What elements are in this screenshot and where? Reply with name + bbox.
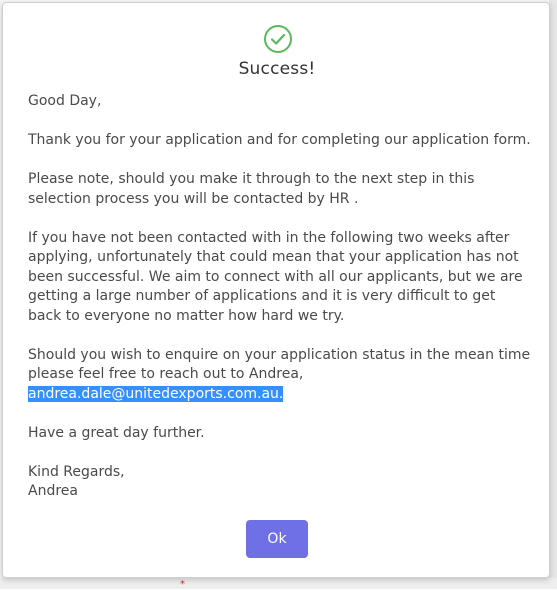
closing-text: Have a great day further. <box>28 424 205 441</box>
backdrop-scroll-edge <box>549 0 557 589</box>
enquire-paragraph: Should you wish to enquire on your appli… <box>28 346 533 405</box>
sign-off: Kind Regards, Andrea <box>28 463 533 502</box>
dialog-title: Success! <box>238 59 316 79</box>
success-dialog: Success! Good Day, Thank you for your ap… <box>2 2 550 578</box>
regards-text: Kind Regards, <box>28 463 125 480</box>
signature-text: Andrea <box>28 483 78 499</box>
check-circle-icon <box>263 24 293 54</box>
thanks-text: Thank you for your application and for c… <box>28 132 531 148</box>
next-step-text: Please note, should you make it through … <box>28 171 475 207</box>
backdrop-bottom-edge <box>0 578 557 589</box>
ok-button[interactable]: Ok <box>246 520 308 558</box>
dialog-message: Good Day, Thank you for your application… <box>28 92 533 502</box>
contact-email-link[interactable]: andrea.dale@unitedexports.com.au. <box>28 385 284 402</box>
greeting-text: Good Day, <box>28 93 102 109</box>
not-contacted-text: If you have not been contacted with in t… <box>28 229 523 324</box>
enquire-text: Should you wish to enquire on your appli… <box>28 346 531 383</box>
